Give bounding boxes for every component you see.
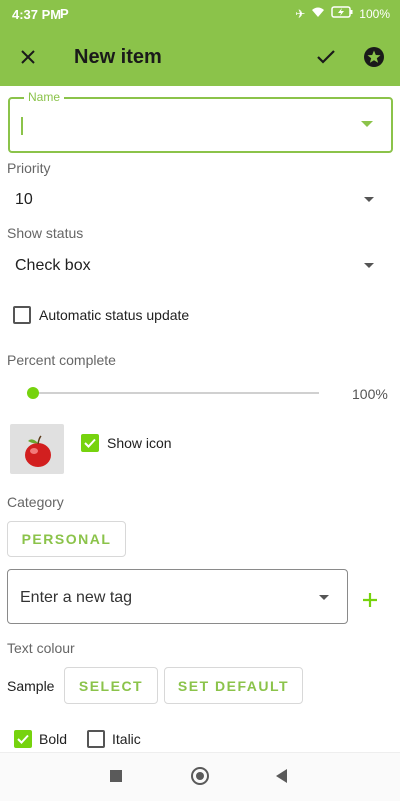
page-title: New item xyxy=(74,46,162,68)
priority-value: 10 xyxy=(15,191,33,208)
bold-checkbox-row[interactable]: Bold xyxy=(14,730,67,748)
check-icon xyxy=(317,50,335,64)
name-field-label: Name xyxy=(24,90,65,104)
priority-label: Priority xyxy=(7,160,51,176)
home-button[interactable] xyxy=(191,767,209,785)
auto-status-label: Automatic status update xyxy=(39,307,190,323)
chevron-down-icon xyxy=(364,263,374,268)
category-button[interactable]: PERSONAL xyxy=(7,521,126,557)
slider-track xyxy=(27,392,319,394)
show-icon-checkbox-row[interactable]: Show icon xyxy=(81,434,172,452)
auto-status-checkbox-row[interactable]: Automatic status update xyxy=(13,306,189,324)
tag-placeholder: Enter a new tag xyxy=(20,589,133,606)
plus-icon xyxy=(363,593,377,607)
apple-icon xyxy=(25,435,51,467)
tag-input[interactable]: Enter a new tag xyxy=(7,569,348,624)
bold-label: Bold xyxy=(39,731,68,747)
wifi-icon xyxy=(311,6,325,21)
show-status-value: Check box xyxy=(15,257,91,274)
bold-checkbox[interactable] xyxy=(14,730,32,748)
item-icon-preview[interactable] xyxy=(10,424,64,474)
italic-label: Italic xyxy=(112,731,141,747)
status-bar: 4:37 PM P ✈ 100% xyxy=(0,0,400,28)
close-button[interactable] xyxy=(8,38,48,76)
show-status-label: Show status xyxy=(7,225,84,241)
set-default-colour-button[interactable]: SET DEFAULT xyxy=(164,667,303,704)
chevron-down-icon xyxy=(364,197,374,202)
save-button[interactable] xyxy=(306,38,346,76)
system-nav-bar xyxy=(0,752,400,801)
star-badge-icon xyxy=(364,47,384,67)
show-icon-label: Show icon xyxy=(107,435,172,451)
auto-status-checkbox[interactable] xyxy=(13,306,31,324)
favorite-button[interactable] xyxy=(354,38,394,76)
priority-dropdown[interactable]: 10 xyxy=(0,182,400,218)
text-colour-label: Text colour xyxy=(7,640,75,656)
close-icon xyxy=(21,50,35,64)
recents-button[interactable] xyxy=(110,770,122,782)
airplane-icon: ✈ xyxy=(295,6,306,21)
chevron-down-icon[interactable] xyxy=(319,595,329,600)
show-status-dropdown[interactable]: Check box xyxy=(0,248,400,284)
home-icon xyxy=(196,772,204,780)
battery-icon xyxy=(331,6,353,21)
back-button[interactable] xyxy=(276,769,287,783)
category-label: Category xyxy=(7,494,64,510)
name-field[interactable]: Name xyxy=(8,90,393,153)
percent-slider[interactable] xyxy=(27,385,319,401)
status-time: 4:37 PM xyxy=(12,7,62,22)
italic-checkbox-row[interactable]: Italic xyxy=(87,730,141,748)
app-bar: New item xyxy=(0,28,400,86)
battery-percent: 100% xyxy=(359,6,390,21)
show-icon-checkbox[interactable] xyxy=(81,434,99,452)
add-tag-button[interactable] xyxy=(358,588,382,612)
percent-value: 100% xyxy=(352,386,388,402)
select-colour-button[interactable]: SELECT xyxy=(64,667,158,704)
slider-thumb[interactable] xyxy=(27,387,39,399)
name-dropdown-arrow-icon[interactable] xyxy=(361,121,373,127)
status-indicator: P xyxy=(60,6,69,21)
text-caret xyxy=(21,117,23,135)
status-icons: ✈ 100% xyxy=(295,6,390,21)
sample-text: Sample xyxy=(7,678,55,694)
italic-checkbox[interactable] xyxy=(87,730,105,748)
percent-label: Percent complete xyxy=(7,352,116,368)
